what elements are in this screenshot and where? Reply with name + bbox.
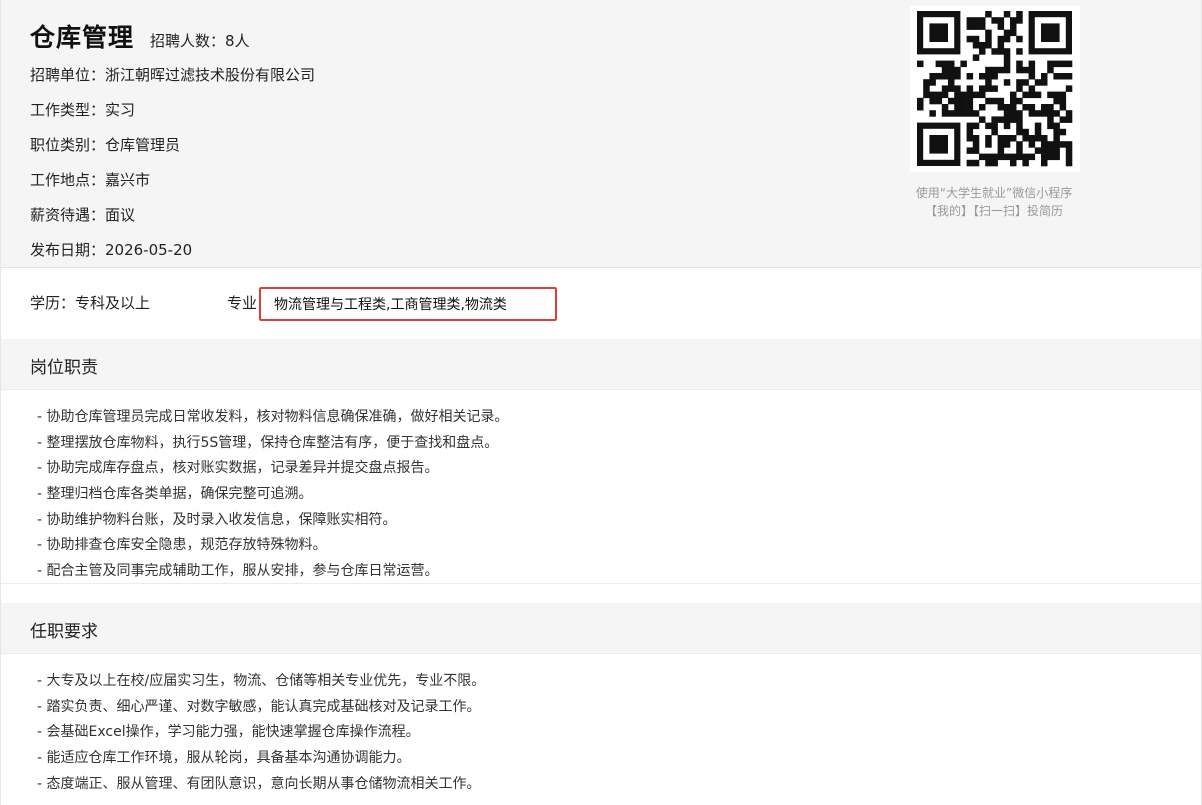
info-location: 工作地点：嘉兴市 [30, 171, 151, 189]
education-requirement: 学历：专科及以上 [30, 294, 151, 312]
info-job-type: 工作类型：实习 [30, 101, 136, 119]
info-salary: 薪资待遇：面议 [30, 206, 136, 224]
section-divider [1, 583, 1201, 584]
list-item: - 协助维护物料台账，及时录入收发信息，保障账实相符。 [37, 511, 397, 528]
title-row: 仓库管理 招聘人数：8人 [30, 18, 250, 54]
duties-section-header: 岗位职责 [1, 339, 1201, 389]
major-value: 物流管理与工程类,工商管理类,物流类 [274, 297, 507, 313]
list-item: - 协助完成库存盘点，核对账实数据，记录差异并提交盘点报告。 [37, 460, 439, 477]
list-item: - 能适应仓库工作环境，服从轮岗，具备基本沟通协调能力。 [37, 750, 411, 767]
job-title: 仓库管理 [30, 23, 135, 52]
job-info-list: 招聘单位：浙江朝晖过滤技术股份有限公司 工作类型：实习 职位类别：仓库管理员 工… [30, 64, 315, 274]
list-item: - 大专及以上在校/应届实习生，物流、仓储等相关专业优先，专业不限。 [37, 673, 486, 689]
qr-caption-line-2: 【我的】【扫一扫】投简历 [924, 204, 1063, 218]
qualifications-title: 任职要求 [30, 622, 98, 642]
qualifications-section-header: 任职要求 [1, 603, 1201, 653]
duties-list: - 协助仓库管理员完成日常收发料，核对物料信息确保准确，做好相关记录。 - 整理… [37, 405, 509, 585]
list-item: - 协助排查仓库安全隐患，规范存放特殊物料。 [37, 537, 327, 554]
qr-caption-line-1: 使用“大学生就业”微信小程序 [915, 186, 1073, 200]
job-detail-page: 仓库管理 招聘人数：8人 招聘单位：浙江朝晖过滤技术股份有限公司 工作类型：实习… [0, 0, 1202, 805]
hire-count: 招聘人数：8人 [150, 32, 250, 50]
job-header: 仓库管理 招聘人数：8人 招聘单位：浙江朝晖过滤技术股份有限公司 工作类型：实习… [1, 0, 1201, 268]
list-item: - 整理归档仓库各类单据，确保完整可追溯。 [37, 486, 313, 503]
list-item: - 整理摆放仓库物料，执行5S管理，保持仓库整洁有序，便于查找和盘点。 [37, 434, 499, 451]
qr-caption: 使用“大学生就业”微信小程序 【我的】【扫一扫】投简历 [894, 184, 1094, 220]
info-company: 招聘单位：浙江朝晖过滤技术股份有限公司 [30, 66, 316, 84]
info-category: 职位类别：仓库管理员 [30, 136, 181, 154]
duties-title: 岗位职责 [30, 358, 98, 378]
list-item: - 协助仓库管理员完成日常收发料，核对物料信息确保准确，做好相关记录。 [37, 409, 509, 425]
qr-code-icon [910, 6, 1080, 172]
major-highlight-box: 物流管理与工程类,工商管理类,物流类 [259, 287, 557, 321]
qualifications-list: - 大专及以上在校/应届实习生，物流、仓储等相关专业优先，专业不限。 - 踏实负… [37, 669, 485, 797]
qualifications-divider [1, 653, 1201, 654]
education-major-row: 学历：专科及以上 专业： [1, 269, 1201, 338]
list-item: - 态度端正、服从管理、有团队意识，意向长期从事仓储物流相关工作。 [37, 775, 481, 792]
list-item: - 踏实负责、细心严谨、对数字敏感，能认真完成基础核对及记录工作。 [37, 698, 481, 715]
list-item: - 会基础Excel操作，学习能力强，能快速掌握仓库操作流程。 [37, 724, 420, 741]
duties-divider [1, 389, 1201, 390]
list-item: - 配合主管及同事完成辅助工作，服从安排，参与仓库日常运营。 [37, 563, 439, 580]
